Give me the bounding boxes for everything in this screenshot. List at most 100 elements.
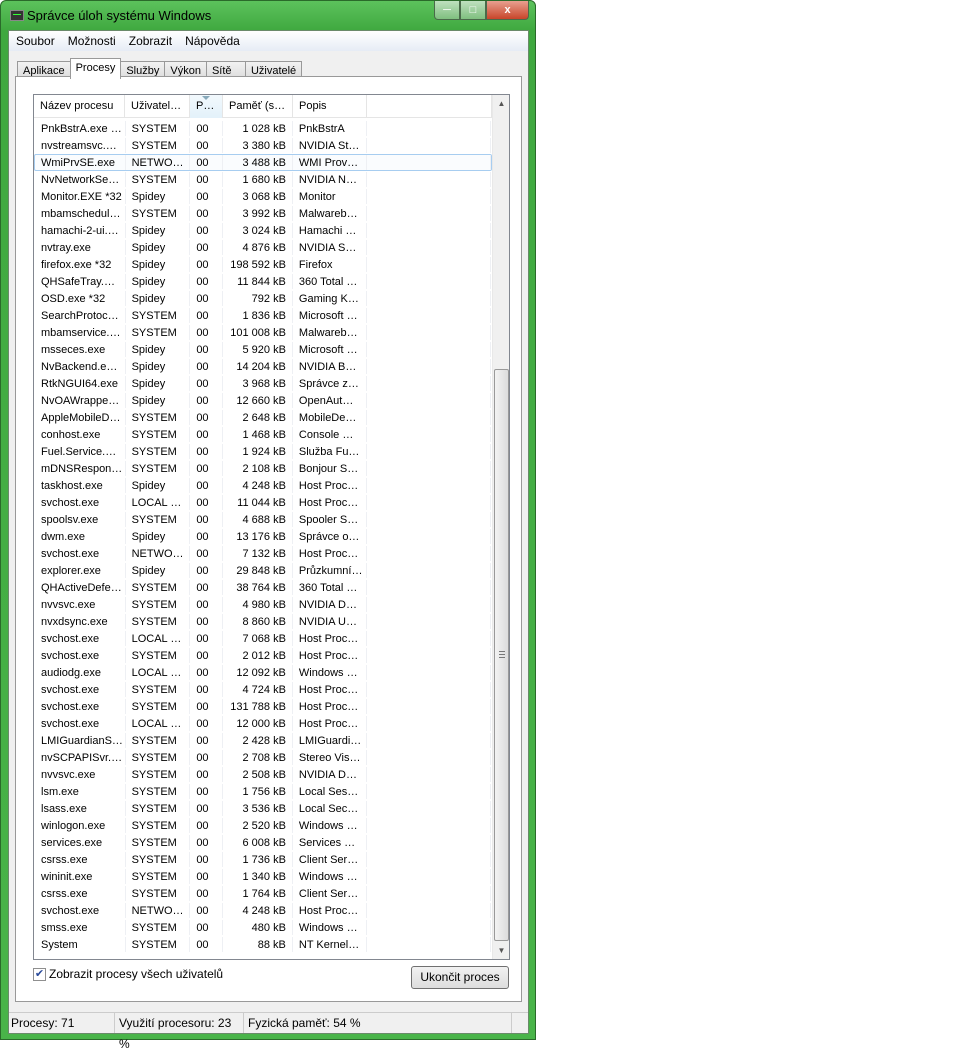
table-row[interactable]: PnkBstrA.exe … SYSTEM 00 1 028 kB PnkBstrA: [34, 120, 492, 137]
menu-zobrazit[interactable]: Zobrazit: [129, 34, 172, 48]
process-name: QHSafeTray.…: [35, 274, 126, 289]
table-row[interactable]: services.exe SYSTEM 00 6 008 kB Services …: [34, 834, 492, 851]
process-empty: [367, 631, 491, 646]
table-row[interactable]: Monitor.EXE *32 Spidey 00 3 068 kB Monitor: [34, 188, 492, 205]
table-row[interactable]: msseces.exe Spidey 00 5 920 kB Microsoft …: [34, 341, 492, 358]
table-row[interactable]: svchost.exe LOCAL … 00 7 068 kB Host Proc…: [34, 630, 492, 647]
table-row[interactable]: Fuel.Service.… SYSTEM 00 1 924 kB Služba Fu…: [34, 443, 492, 460]
table-row[interactable]: svchost.exe LOCAL … 00 12 000 kB Host Proc…: [34, 715, 492, 732]
table-row[interactable]: svchost.exe NETWO… 00 7 132 kB Host Proc…: [34, 545, 492, 562]
table-row[interactable]: winlogon.exe SYSTEM 00 2 520 kB Windows …: [34, 817, 492, 834]
table-row[interactable]: SearchProtoc… SYSTEM 00 1 836 kB Microsoft …: [34, 307, 492, 324]
table-row[interactable]: smss.exe SYSTEM 00 480 kB Windows …: [34, 919, 492, 936]
table-row[interactable]: nvvsvc.exe SYSTEM 00 2 508 kB NVIDIA D…: [34, 766, 492, 783]
table-row[interactable]: svchost.exe NETWO… 00 4 248 kB Host Proc…: [34, 902, 492, 919]
minimize-button[interactable]: ─: [434, 1, 460, 20]
process-name: nvvsvc.exe: [35, 767, 126, 782]
process-empty: [367, 665, 491, 680]
table-row[interactable]: spoolsv.exe SYSTEM 00 4 688 kB Spooler S…: [34, 511, 492, 528]
process-cpu: 00: [190, 393, 224, 408]
vertical-scrollbar[interactable]: ▲ ▼: [492, 95, 509, 959]
column-header-user[interactable]: Uživatel…: [125, 95, 190, 118]
table-row[interactable]: dwm.exe Spidey 00 13 176 kB Správce o…: [34, 528, 492, 545]
table-row[interactable]: nvtray.exe Spidey 00 4 876 kB NVIDIA S…: [34, 239, 492, 256]
column-header-cpu[interactable]: P…: [190, 95, 223, 118]
scroll-down-arrow-icon[interactable]: ▼: [493, 942, 509, 959]
process-memory: 8 860 kB: [223, 614, 293, 629]
process-name: mDNSRespon…: [35, 461, 126, 476]
process-name: Fuel.Service.…: [35, 444, 126, 459]
process-user: SYSTEM: [126, 835, 191, 850]
checkmark-icon[interactable]: ✔: [33, 967, 46, 981]
table-row[interactable]: nvstreamsvc.… SYSTEM 00 3 380 kB NVIDIA St…: [34, 137, 492, 154]
table-row[interactable]: hamachi-2-ui.… Spidey 00 3 024 kB Hamachi …: [34, 222, 492, 239]
process-description: Microsoft …: [293, 342, 367, 357]
table-row[interactable]: AppleMobileD… SYSTEM 00 2 648 kB MobileDe…: [34, 409, 492, 426]
process-empty: [367, 274, 491, 289]
scrollbar-thumb[interactable]: [494, 369, 509, 941]
close-button[interactable]: x: [486, 1, 529, 20]
table-row[interactable]: OSD.exe *32 Spidey 00 792 kB Gaming K…: [34, 290, 492, 307]
table-row[interactable]: mbamschedul… SYSTEM 00 3 992 kB Malwareb…: [34, 205, 492, 222]
process-user: Spidey: [126, 359, 191, 374]
show-all-users-checkbox[interactable]: ✔ Zobrazit procesy všech uživatelů: [33, 967, 223, 981]
column-header-name[interactable]: Název procesu: [34, 95, 125, 118]
menu-moznosti[interactable]: Možnosti: [68, 34, 116, 48]
table-row[interactable]: NvBackend.e… Spidey 00 14 204 kB NVIDIA B…: [34, 358, 492, 375]
table-row[interactable]: wininit.exe SYSTEM 00 1 340 kB Windows …: [34, 868, 492, 885]
menu-soubor[interactable]: Soubor: [16, 34, 55, 48]
process-user: SYSTEM: [126, 699, 191, 714]
process-memory: 5 920 kB: [223, 342, 293, 357]
table-row[interactable]: System SYSTEM 00 88 kB NT Kernel…: [34, 936, 492, 953]
table-row[interactable]: NvOAWrappe… Spidey 00 12 660 kB OpenAut…: [34, 392, 492, 409]
process-description: WMI Prov…: [293, 155, 367, 170]
process-user: SYSTEM: [126, 852, 191, 867]
process-empty: [367, 189, 491, 204]
table-row[interactable]: explorer.exe Spidey 00 29 848 kB Průzkumní…: [34, 562, 492, 579]
scroll-up-arrow-icon[interactable]: ▲: [493, 95, 509, 112]
process-rows: PnkBstrA.exe … SYSTEM 00 1 028 kB PnkBstrA nv…: [34, 120, 492, 953]
column-header-description[interactable]: Popis: [293, 95, 367, 118]
table-row[interactable]: nvxdsync.exe SYSTEM 00 8 860 kB NVIDIA U…: [34, 613, 492, 630]
table-row[interactable]: WmiPrvSE.exe NETWO… 00 3 488 kB WMI Prov…: [34, 154, 492, 171]
table-row[interactable]: QHSafeTray.… Spidey 00 11 844 kB 360 Total …: [34, 273, 492, 290]
process-user: SYSTEM: [126, 172, 191, 187]
process-name: nvSCPAPISvr.…: [35, 750, 126, 765]
table-row[interactable]: lsm.exe SYSTEM 00 1 756 kB Local Ses…: [34, 783, 492, 800]
table-row[interactable]: conhost.exe SYSTEM 00 1 468 kB Console …: [34, 426, 492, 443]
process-cpu: 00: [190, 886, 224, 901]
process-user: SYSTEM: [126, 597, 191, 612]
table-row[interactable]: audiodg.exe LOCAL … 00 12 092 kB Windows …: [34, 664, 492, 681]
table-row[interactable]: taskhost.exe Spidey 00 4 248 kB Host Proc…: [34, 477, 492, 494]
table-row[interactable]: svchost.exe SYSTEM 00 4 724 kB Host Proc…: [34, 681, 492, 698]
table-row[interactable]: QHActiveDefe… SYSTEM 00 38 764 kB 360 Total …: [34, 579, 492, 596]
process-user: SYSTEM: [126, 784, 191, 799]
table-row[interactable]: NvNetworkSe… SYSTEM 00 1 680 kB NVIDIA N…: [34, 171, 492, 188]
process-cpu: 00: [190, 257, 224, 272]
table-row[interactable]: RtkNGUI64.exe Spidey 00 3 968 kB Správce z…: [34, 375, 492, 392]
table-row[interactable]: nvSCPAPISvr.… SYSTEM 00 2 708 kB Stereo Vis…: [34, 749, 492, 766]
process-user: SYSTEM: [126, 427, 191, 442]
table-row[interactable]: csrss.exe SYSTEM 00 1 736 kB Client Ser…: [34, 851, 492, 868]
table-row[interactable]: lsass.exe SYSTEM 00 3 536 kB Local Sec…: [34, 800, 492, 817]
process-description: Malwareb…: [293, 325, 367, 340]
maximize-button[interactable]: □: [460, 1, 486, 20]
table-row[interactable]: svchost.exe LOCAL … 00 11 044 kB Host Proc…: [34, 494, 492, 511]
table-row[interactable]: svchost.exe SYSTEM 00 2 012 kB Host Proc…: [34, 647, 492, 664]
process-name: Monitor.EXE *32: [35, 189, 126, 204]
column-header-memory[interactable]: Paměť (s…: [223, 95, 293, 118]
process-empty: [367, 155, 491, 170]
end-process-button[interactable]: Ukončit proces: [411, 966, 509, 989]
process-user: SYSTEM: [126, 682, 191, 697]
tab-procesy[interactable]: Procesy: [69, 58, 122, 79]
table-row[interactable]: mDNSRespon… SYSTEM 00 2 108 kB Bonjour S…: [34, 460, 492, 477]
menu-napoveda[interactable]: Nápověda: [185, 34, 240, 48]
process-cpu: 00: [190, 274, 224, 289]
table-row[interactable]: LMIGuardianS… SYSTEM 00 2 428 kB LMIGuardi…: [34, 732, 492, 749]
table-row[interactable]: firefox.exe *32 Spidey 00 198 592 kB Firefox: [34, 256, 492, 273]
table-row[interactable]: mbamservice.… SYSTEM 00 101 008 kB Malwareb…: [34, 324, 492, 341]
process-description: Malwareb…: [293, 206, 367, 221]
table-row[interactable]: csrss.exe SYSTEM 00 1 764 kB Client Ser…: [34, 885, 492, 902]
table-row[interactable]: nvvsvc.exe SYSTEM 00 4 980 kB NVIDIA D…: [34, 596, 492, 613]
table-row[interactable]: svchost.exe SYSTEM 00 131 788 kB Host Proc…: [34, 698, 492, 715]
